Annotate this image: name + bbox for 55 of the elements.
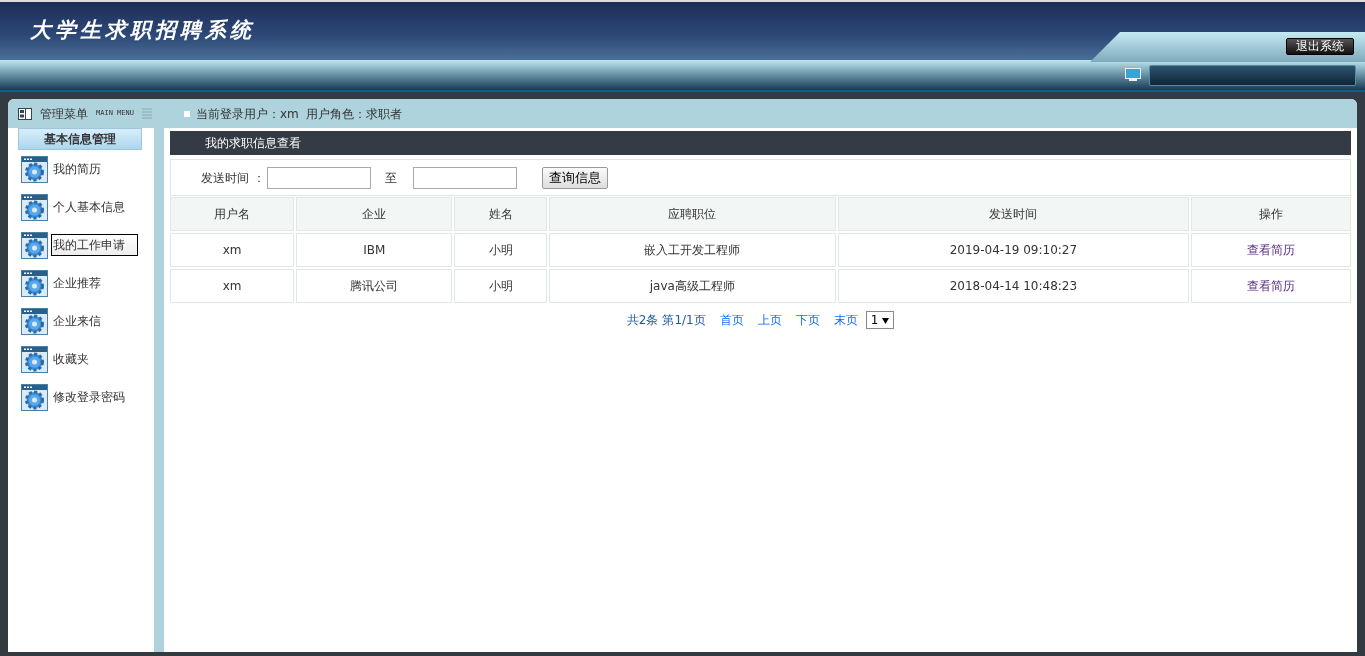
pagination-link[interactable]: 上页: [757, 311, 782, 329]
table-cell: 小明: [454, 269, 547, 303]
column-header: 操作: [1190, 197, 1351, 231]
layout-icon: [18, 107, 32, 120]
query-button[interactable]: 查询信息: [541, 166, 608, 189]
gear-window-icon: [21, 383, 48, 411]
gear-window-icon: [21, 307, 48, 335]
gear-window-icon: [21, 231, 48, 259]
logout-button[interactable]: 退出系统: [1286, 38, 1354, 55]
table-cell: IBM: [296, 233, 453, 267]
column-header: 应聘职位: [548, 197, 837, 231]
gear-window-icon: [21, 155, 48, 183]
end-date-field[interactable]: [412, 166, 517, 189]
column-header: 用户名: [170, 197, 295, 231]
table-cell: 腾讯公司: [296, 269, 453, 303]
record-count: 共2条: [626, 312, 659, 329]
gear-window-icon: [21, 269, 48, 297]
sidebar-item[interactable]: 收藏夹: [51, 348, 91, 370]
sidebar-item[interactable]: 我的简历: [51, 158, 103, 180]
lines-icon: [141, 108, 152, 119]
gear-window-icon: [21, 193, 48, 221]
sidebar-item[interactable]: 个人基本信息: [51, 196, 127, 218]
separator-label: 至: [384, 169, 397, 187]
table-cell: 2018-04-14 10:48:23: [838, 269, 1189, 303]
menu-title: 管理菜单: [40, 105, 88, 123]
page-select[interactable]: 1: [865, 311, 895, 329]
dropdown-caret-icon: [882, 317, 890, 324]
sidebar-item[interactable]: 企业来信: [51, 310, 103, 332]
table-cell: java高级工程师: [548, 269, 837, 303]
content-title: 我的求职信息查看: [170, 131, 1351, 155]
sidebar-section-header: 基本信息管理: [18, 128, 142, 150]
filter-label: 发送时间 ：: [201, 169, 265, 187]
table-cell: 小明: [454, 233, 547, 267]
bullet-icon: [184, 110, 190, 117]
view-resume-link[interactable]: 查看简历: [1246, 243, 1295, 257]
monitor-icon: [1125, 68, 1141, 82]
sidebar-item[interactable]: 企业推荐: [51, 272, 103, 294]
start-date-field[interactable]: [266, 166, 371, 189]
pagination-link[interactable]: 首页: [719, 311, 744, 329]
column-header: 姓名: [454, 197, 547, 231]
table-cell: xm: [170, 269, 295, 303]
view-resume-link[interactable]: 查看简历: [1246, 279, 1295, 293]
table-cell: 2019-04-19 09:10:27: [838, 233, 1189, 267]
column-header: 发送时间: [838, 197, 1189, 231]
sidebar-item[interactable]: 我的工作申请: [51, 234, 138, 256]
user-info: 当前登录用户：xm 用户角色：求职者: [196, 105, 403, 123]
column-header: 企业: [296, 197, 453, 231]
page-indicator: 第1/1页: [662, 312, 706, 329]
table-cell: 嵌入工开发工程师: [548, 233, 837, 267]
system-title: 大学生求职招聘系统: [30, 16, 255, 44]
gear-window-icon: [21, 345, 48, 373]
table-cell: xm: [170, 233, 295, 267]
pagination-link[interactable]: 下页: [795, 311, 820, 329]
pagination-link[interactable]: 末页: [833, 311, 858, 329]
sidebar-item[interactable]: 修改登录密码: [51, 386, 127, 408]
